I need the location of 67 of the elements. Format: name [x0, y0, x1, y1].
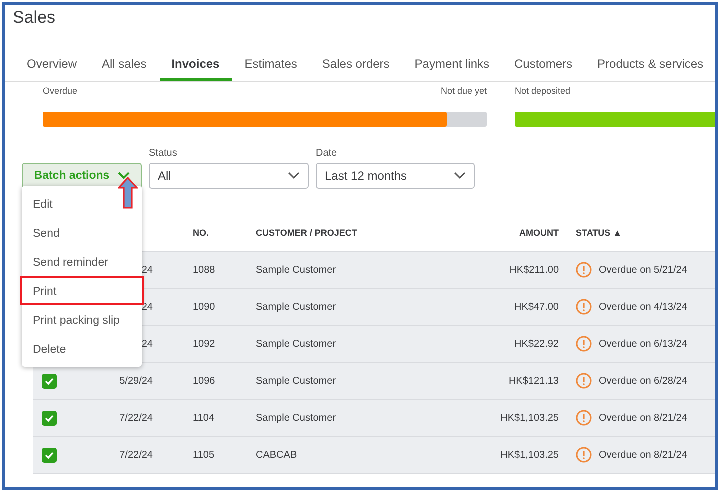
menu-item[interactable]: Print [20, 276, 144, 305]
tab[interactable]: Payment links [402, 51, 502, 81]
not-deposited-label: Not deposited [515, 86, 571, 98]
menu-item[interactable]: Delete [20, 334, 144, 363]
table-cell: 1096 [193, 376, 216, 386]
table-cell: Sample Customer [256, 264, 336, 276]
menu-item[interactable]: Send [20, 218, 144, 247]
tab[interactable]: All sales [90, 51, 159, 81]
table-cell: 1090 [193, 302, 216, 312]
chevron-down-icon [288, 172, 300, 180]
table-cell: HK$211.00 [510, 264, 559, 276]
table-cell: Overdue on 6/28/24 [599, 376, 688, 386]
table-cell: Overdue on 8/21/24 [599, 450, 688, 460]
warning-icon [576, 299, 592, 315]
table-cell: Sample Customer [256, 338, 336, 350]
table-cell: 5/29/24 [120, 376, 153, 386]
warning-icon [576, 373, 592, 389]
table-cell: Overdue on 6/13/24 [599, 338, 688, 350]
table-cell: 1105 [193, 450, 215, 460]
tab[interactable]: Estimates [232, 51, 310, 81]
table-cell: HK$121.13 [508, 376, 559, 386]
table-cell: 1088 [193, 264, 216, 276]
tab[interactable]: Overview [15, 51, 90, 81]
checkbox[interactable] [42, 448, 57, 462]
tab[interactable]: Invoices [160, 51, 232, 81]
tab[interactable]: Products & services [586, 51, 715, 81]
filter-label: Status [149, 148, 178, 159]
table-cell: Sample Customer [256, 412, 336, 424]
table-cell: 1104 [193, 412, 215, 424]
warning-icon [576, 336, 592, 352]
overdue-label: Overdue [43, 86, 78, 98]
column-header[interactable]: CUSTOMER / PROJECT [256, 228, 406, 238]
menu-item[interactable]: Print packing slip [20, 305, 144, 334]
tab[interactable]: Customers [502, 51, 585, 81]
table-cell: 24 [142, 338, 153, 350]
table-cell: HK$47.00 [514, 302, 559, 312]
caret-icon [118, 172, 130, 180]
table-cell: Overdue on 8/21/24 [599, 412, 688, 424]
table-cell: 24 [142, 264, 153, 276]
table-cell: HK$1,103.25 [500, 450, 559, 460]
column-header[interactable]: AMOUNT [406, 228, 559, 238]
table-cell: 1092 [193, 338, 216, 350]
warning-icon [576, 447, 592, 463]
table-cell: 7/22/24 [120, 450, 153, 460]
checkbox[interactable] [42, 410, 57, 426]
tab[interactable]: Sales orders [310, 51, 402, 81]
page-title: Sales [12, 7, 57, 29]
checkbox[interactable] [42, 374, 57, 388]
table-cell: Sample Customer [256, 302, 336, 312]
warning-icon [576, 262, 592, 278]
table-cell: HK$22.92 [514, 338, 559, 350]
table-cell: 7/22/24 [120, 412, 153, 424]
chevron-down-icon [454, 172, 466, 180]
table-cell: HK$1,103.25 [500, 412, 559, 424]
table-cell: Overdue on 4/13/24 [599, 302, 688, 312]
column-header[interactable]: STATUS ▲ [559, 228, 622, 238]
dropdown-field[interactable]: All [149, 163, 309, 189]
column-header[interactable]: NO. [193, 228, 256, 238]
menu-item[interactable]: Edit [20, 189, 144, 218]
table-cell: Sample Customer [256, 376, 336, 386]
menu-item[interactable]: Send reminder [20, 247, 144, 276]
not-due-label: Not due yet [440, 86, 487, 98]
filter-label: Date [316, 148, 338, 159]
dropdown-field[interactable]: Last 12 months [316, 163, 475, 189]
table-cell: Overdue on 5/21/24 [599, 264, 688, 276]
table-cell: CABCAB [256, 450, 298, 460]
warning-icon [576, 410, 592, 426]
